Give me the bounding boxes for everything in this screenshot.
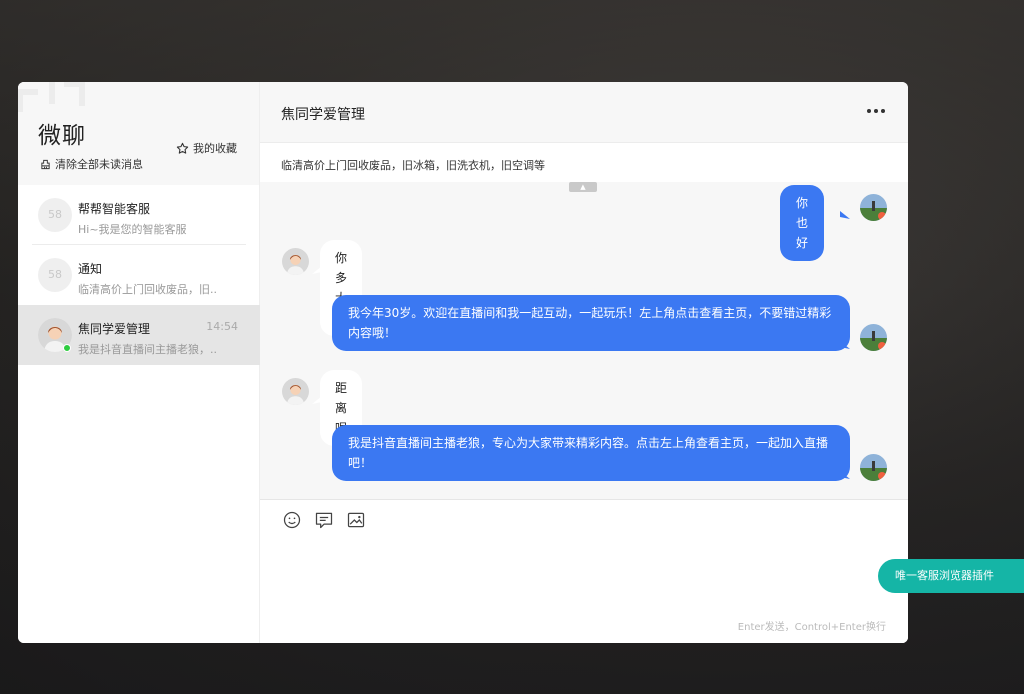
conversation-preview: 我是抖音直播间主播老狼，... — [78, 343, 218, 356]
conversation-time: 14:54 — [206, 320, 238, 333]
notice-text: 临清高价上门回收废品，旧冰箱，旧洗衣机，旧空调等 — [281, 159, 545, 172]
bubble-tail — [840, 211, 850, 219]
favorites-button[interactable]: 我的收藏 — [176, 140, 237, 156]
message-input[interactable] — [280, 540, 886, 610]
composer: Enter发送，Control+Enter换行 — [260, 499, 908, 643]
avatar: 58 — [38, 198, 72, 232]
chat-panel: 焦同学爱管理 临清高价上门回收废品，旧冰箱，旧洗衣机，旧空调等 你也好 你多 我… — [260, 82, 908, 643]
sidebar: 微聊 我的收藏 清除全部未读消息 58 帮帮智能客服 Hi~我是您的智能客服 5… — [18, 82, 260, 643]
user-avatar-icon — [282, 378, 309, 405]
avatar-placeholder: 58 — [48, 208, 62, 221]
user-avatar-icon — [282, 248, 309, 275]
contact-avatar — [282, 378, 309, 405]
clear-unread-label: 清除全部未读消息 — [55, 158, 143, 171]
conversation-name: 帮帮智能客服 — [78, 202, 151, 216]
collapse-notice-button[interactable]: ▲ — [569, 182, 597, 192]
emoji-icon[interactable] — [282, 510, 302, 530]
conversation-preview: Hi~我是您的智能客服 — [78, 223, 187, 236]
message-bubble: 你也好 — [780, 185, 825, 261]
online-status-dot — [63, 344, 71, 352]
conversation-list: 58 帮帮智能客服 Hi~我是您的智能客服 58 通知 临清高价上门回收废品，旧… — [18, 185, 260, 365]
self-avatar — [860, 324, 887, 351]
send-hint: Enter发送，Control+Enter换行 — [737, 622, 886, 633]
landscape-avatar-icon — [860, 194, 887, 221]
conversation-name: 通知 — [78, 262, 103, 276]
conversation-name: 焦同学爱管理 — [78, 322, 151, 336]
message-bubble: 我今年30岁。欢迎在直播间和我一起互动，一起玩乐！左上角点击查看主页，不要错过精… — [332, 295, 850, 351]
image-icon[interactable] — [346, 510, 366, 530]
landscape-avatar-icon — [860, 324, 887, 351]
app-title: 微聊 — [38, 123, 86, 149]
browser-plugin-button[interactable]: 唯一客服浏览器插件 — [878, 559, 1024, 593]
more-options-icon[interactable] — [866, 104, 886, 118]
conversation-item[interactable]: 58 帮帮智能客服 Hi~我是您的智能客服 — [18, 185, 260, 245]
avatar-placeholder: 58 — [48, 268, 62, 281]
self-avatar — [860, 454, 887, 481]
landscape-avatar-icon — [860, 454, 887, 481]
avatar: 58 — [38, 258, 72, 292]
conversation-preview: 临清高价上门回收废品，旧... — [78, 283, 218, 296]
broom-icon — [41, 159, 50, 169]
quick-reply-icon[interactable] — [314, 510, 334, 530]
chat-header: 焦同学爱管理 — [260, 82, 908, 143]
conversation-item-active[interactable]: 焦同学爱管理 14:54 我是抖音直播间主播老狼，... — [18, 305, 260, 365]
bubble-tail — [840, 341, 850, 349]
self-avatar — [860, 194, 887, 221]
clear-unread-button[interactable]: 清除全部未读消息 — [40, 156, 143, 172]
sidebar-header: 微聊 我的收藏 清除全部未读消息 — [18, 82, 259, 185]
favorites-label: 我的收藏 — [193, 142, 237, 155]
chat-window: 微聊 我的收藏 清除全部未读消息 58 帮帮智能客服 Hi~我是您的智能客服 5… — [18, 82, 908, 643]
message-list: 你也好 你多大了 我今年30岁。欢迎在直播间和我一起互动，一起玩乐！左上角点击查… — [260, 182, 908, 500]
chat-title: 焦同学爱管理 — [281, 107, 365, 123]
conversation-item[interactable]: 58 通知 临清高价上门回收废品，旧... — [18, 245, 260, 305]
star-icon — [176, 142, 189, 154]
bubble-tail — [840, 471, 850, 479]
notice-bar: 临清高价上门回收废品，旧冰箱，旧洗衣机，旧空调等 — [260, 143, 908, 182]
message-bubble: 我是抖音直播间主播老狼，专心为大家带来精彩内容。点击左上角查看主页，一起加入直播… — [332, 425, 850, 481]
contact-avatar — [282, 248, 309, 275]
